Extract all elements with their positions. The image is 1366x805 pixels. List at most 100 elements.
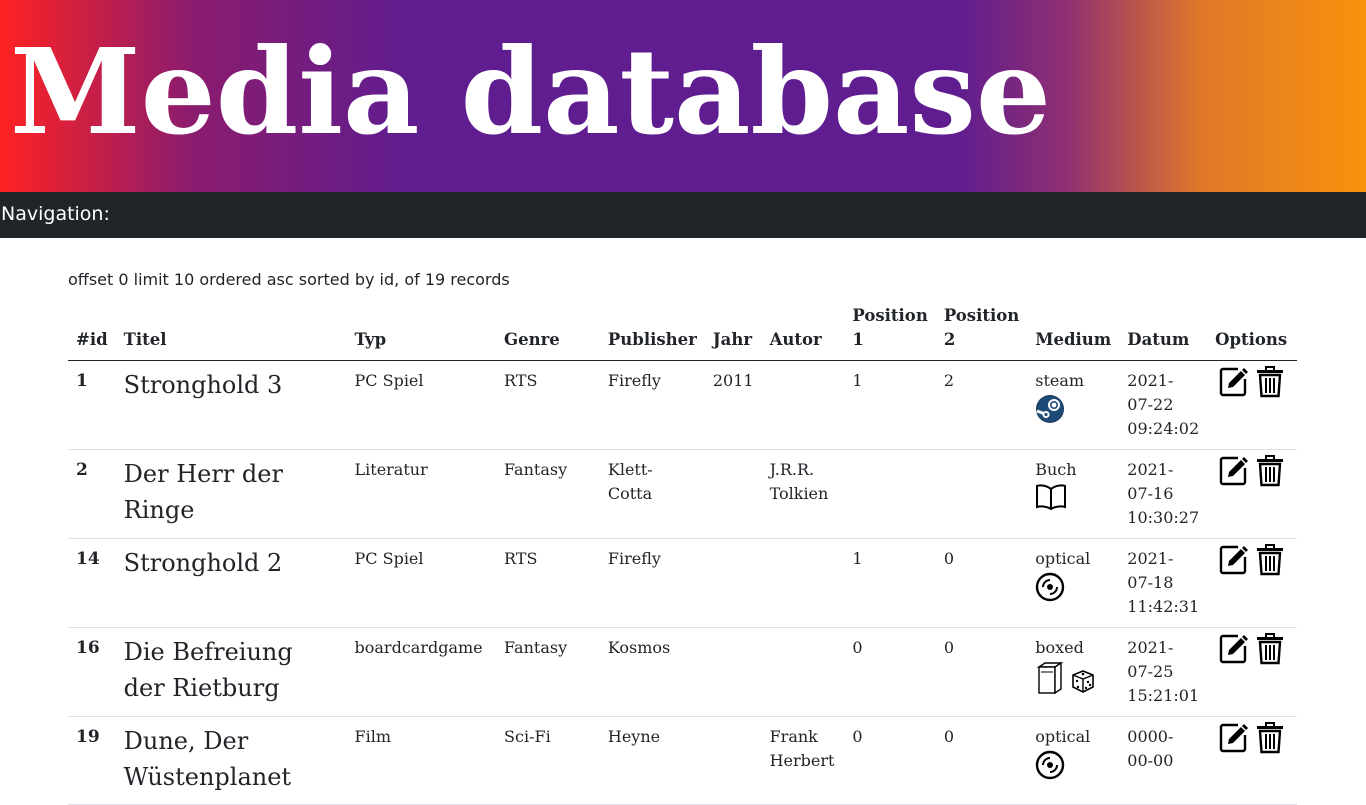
edit-icon[interactable] bbox=[1218, 544, 1249, 576]
cell-datum: 2021-07-16 10:30:27 bbox=[1119, 449, 1208, 539]
cell-jahr bbox=[704, 538, 762, 628]
trash-icon[interactable] bbox=[1256, 366, 1286, 398]
cell-position-2 bbox=[935, 449, 1028, 539]
cell-options bbox=[1207, 360, 1297, 450]
media-table: #id Titel Typ Genre Publisher Jahr Autor… bbox=[68, 304, 1297, 805]
medium-label: optical bbox=[1035, 549, 1091, 568]
trash-icon[interactable] bbox=[1256, 633, 1286, 665]
cell-medium: Buch bbox=[1027, 449, 1120, 539]
table-row: 19 Dune, Der Wüstenplanet Film Sci-Fi He… bbox=[68, 716, 1297, 805]
medium-label: steam bbox=[1035, 371, 1085, 390]
cell-medium: steam bbox=[1027, 360, 1120, 450]
disc-icon bbox=[1035, 572, 1111, 609]
cell-typ: Film bbox=[346, 716, 497, 805]
page-title: Media database bbox=[10, 22, 1051, 161]
medium-label: boxed bbox=[1035, 638, 1084, 657]
cell-jahr bbox=[704, 716, 762, 805]
column-header-medium[interactable]: Medium bbox=[1027, 304, 1120, 361]
cell-position-1: 0 bbox=[844, 716, 936, 805]
cell-title: Die Befreiung der Rietburg bbox=[115, 627, 347, 717]
cell-position-1: 1 bbox=[844, 360, 936, 450]
column-header-typ[interactable]: Typ bbox=[346, 304, 497, 361]
cell-jahr bbox=[704, 627, 762, 717]
table-body: 1 Stronghold 3 PC Spiel RTS Firefly 2011… bbox=[68, 360, 1297, 805]
table-row: 2 Der Herr der Ringe Literatur Fantasy K… bbox=[68, 449, 1297, 539]
table-header-row: #id Titel Typ Genre Publisher Jahr Autor… bbox=[68, 304, 1297, 361]
column-header-id[interactable]: #id bbox=[68, 304, 116, 361]
cell-typ: PC Spiel bbox=[346, 538, 497, 628]
table-row: 14 Stronghold 2 PC Spiel RTS Firefly 1 0… bbox=[68, 538, 1297, 628]
cell-position-1: 0 bbox=[844, 627, 936, 717]
cell-publisher: Kosmos bbox=[599, 627, 705, 717]
cell-title: Stronghold 3 bbox=[115, 360, 347, 450]
cell-id: 2 bbox=[68, 449, 116, 539]
trash-icon[interactable] bbox=[1256, 722, 1286, 754]
cell-autor bbox=[761, 360, 845, 450]
cell-title: Dune, Der Wüstenplanet bbox=[115, 716, 347, 805]
table-row: 1 Stronghold 3 PC Spiel RTS Firefly 2011… bbox=[68, 360, 1297, 450]
medium-label: optical bbox=[1035, 727, 1091, 746]
cell-jahr bbox=[704, 449, 762, 539]
cell-position-1 bbox=[844, 449, 936, 539]
cell-genre: Fantasy bbox=[496, 449, 600, 539]
column-header-options: Options bbox=[1207, 304, 1297, 361]
edit-icon[interactable] bbox=[1218, 633, 1249, 665]
cell-id: 14 bbox=[68, 538, 116, 628]
cell-title: Der Herr der Ringe bbox=[115, 449, 347, 539]
cell-id: 19 bbox=[68, 716, 116, 805]
column-header-jahr[interactable]: Jahr bbox=[704, 304, 762, 361]
cell-genre: RTS bbox=[496, 360, 600, 450]
edit-icon[interactable] bbox=[1218, 366, 1249, 398]
cell-autor bbox=[761, 538, 845, 628]
cell-id: 16 bbox=[68, 627, 116, 717]
cell-position-2: 0 bbox=[935, 627, 1028, 717]
cell-autor: J.R.R. Tolkien bbox=[761, 449, 845, 539]
cell-autor bbox=[761, 627, 845, 717]
edit-icon[interactable] bbox=[1218, 455, 1249, 487]
column-header-titel[interactable]: Titel bbox=[115, 304, 347, 361]
column-header-genre[interactable]: Genre bbox=[496, 304, 600, 361]
cell-publisher: Firefly bbox=[599, 360, 705, 450]
cell-position-2: 0 bbox=[935, 538, 1028, 628]
box-dice-icon bbox=[1035, 661, 1111, 702]
cell-id: 1 bbox=[68, 360, 116, 450]
cell-genre: Fantasy bbox=[496, 627, 600, 717]
cell-options bbox=[1207, 449, 1297, 539]
trash-icon[interactable] bbox=[1256, 544, 1286, 576]
cell-position-2: 2 bbox=[935, 360, 1028, 450]
column-header-position-1[interactable]: Position 1 bbox=[844, 304, 936, 361]
cell-publisher: Klett-Cotta bbox=[599, 449, 705, 539]
cell-medium: optical bbox=[1027, 716, 1120, 805]
records-summary: offset 0 limit 10 ordered asc sorted by … bbox=[68, 270, 510, 289]
cell-jahr: 2011 bbox=[704, 360, 762, 450]
cell-datum: 2021-07-22 09:24:02 bbox=[1119, 360, 1208, 450]
navigation-label: Navigation: bbox=[1, 203, 110, 225]
cell-datum: 0000-00-00 bbox=[1119, 716, 1208, 805]
column-header-position-2[interactable]: Position 2 bbox=[935, 304, 1028, 361]
edit-icon[interactable] bbox=[1218, 722, 1249, 754]
column-header-autor[interactable]: Autor bbox=[761, 304, 845, 361]
cell-medium: optical bbox=[1027, 538, 1120, 628]
column-header-publisher[interactable]: Publisher bbox=[599, 304, 705, 361]
cell-genre: Sci-Fi bbox=[496, 716, 600, 805]
cell-options bbox=[1207, 627, 1297, 717]
steam-icon bbox=[1035, 394, 1111, 431]
cell-position-2: 0 bbox=[935, 716, 1028, 805]
cell-typ: Literatur bbox=[346, 449, 497, 539]
cell-position-1: 1 bbox=[844, 538, 936, 628]
trash-icon[interactable] bbox=[1256, 455, 1286, 487]
cell-datum: 2021-07-18 11:42:31 bbox=[1119, 538, 1208, 628]
cell-typ: boardcardgame bbox=[346, 627, 497, 717]
cell-title: Stronghold 2 bbox=[115, 538, 347, 628]
cell-typ: PC Spiel bbox=[346, 360, 497, 450]
cell-options bbox=[1207, 716, 1297, 805]
medium-label: Buch bbox=[1035, 460, 1077, 479]
column-header-datum[interactable]: Datum bbox=[1119, 304, 1208, 361]
disc-icon bbox=[1035, 750, 1111, 787]
main-content: offset 0 limit 10 ordered asc sorted by … bbox=[0, 270, 1366, 805]
cell-genre: RTS bbox=[496, 538, 600, 628]
cell-medium: boxed bbox=[1027, 627, 1120, 717]
cell-autor: Frank Herbert bbox=[761, 716, 845, 805]
cell-datum: 2021-07-25 15:21:01 bbox=[1119, 627, 1208, 717]
table-row: 16 Die Befreiung der Rietburg boardcardg… bbox=[68, 627, 1297, 717]
